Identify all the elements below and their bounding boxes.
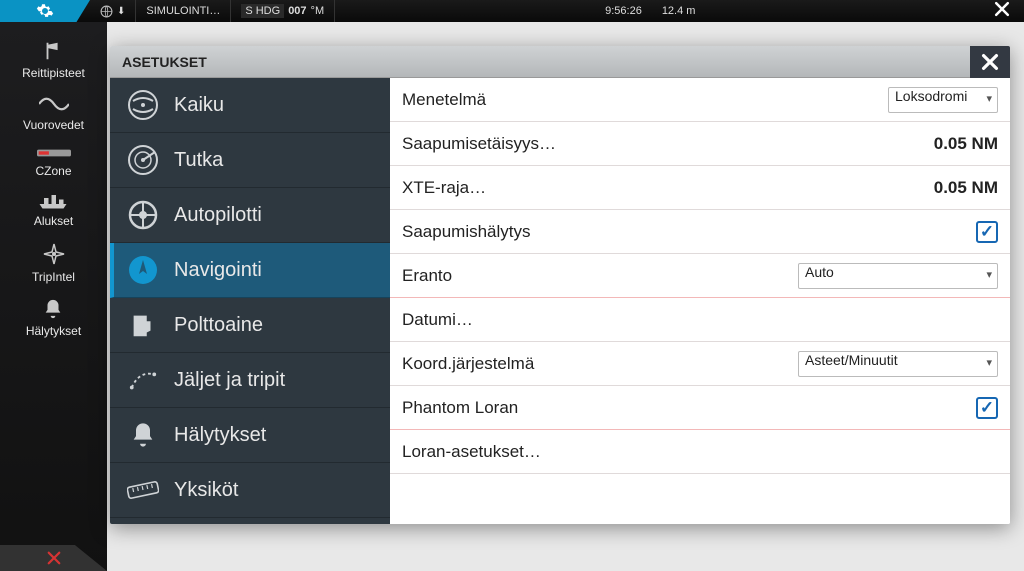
category-navigointi[interactable]: Navigointi — [110, 243, 390, 298]
row-arrival-alarm[interactable]: Saapumishälytys ✓ — [390, 210, 1010, 254]
settings-dialog: ASETUKSET Kaiku Tutka Autopilotti Navigo… — [110, 46, 1010, 524]
sidebar-item-tripintel[interactable]: TripIntel — [32, 242, 75, 284]
category-label: Navigointi — [174, 259, 262, 282]
tracks-icon — [126, 363, 160, 397]
category-label: Jäljet ja tripit — [174, 369, 285, 392]
bell-icon — [42, 298, 64, 320]
sidebar-item-label: CZone — [35, 164, 71, 178]
category-label: Autopilotti — [174, 204, 262, 227]
row-label: Saapumishälytys — [402, 222, 976, 242]
wheel-icon — [126, 198, 160, 232]
flag-icon — [40, 40, 66, 62]
category-autopilotti[interactable]: Autopilotti — [110, 188, 390, 243]
sidebar-item-vuorovedet[interactable]: Vuorovedet — [23, 94, 84, 132]
category-label: Tutka — [174, 149, 223, 172]
row-label: Phantom Loran — [402, 398, 976, 418]
settings-content: Menetelmä Loksodromi Saapumisetäisyys… 0… — [390, 78, 1010, 524]
power-off-icon — [45, 549, 63, 567]
row-xte-limit[interactable]: XTE-raja… 0.05 NM — [390, 166, 1010, 210]
sidebar-item-label: Vuorovedet — [23, 118, 84, 132]
dialog-title: ASETUKSET — [122, 54, 207, 70]
sidebar-item-label: TripIntel — [32, 270, 75, 284]
sidebar-item-label: Alukset — [34, 214, 73, 228]
category-tutka[interactable]: Tutka — [110, 133, 390, 188]
row-label: Saapumisetäisyys… — [402, 134, 934, 154]
eranto-dropdown[interactable]: Auto — [798, 263, 998, 289]
close-icon — [992, 0, 1012, 19]
ship-icon — [38, 192, 68, 210]
row-value: 0.05 NM — [934, 134, 998, 154]
row-label: Eranto — [402, 266, 798, 286]
settings-tab[interactable] — [0, 0, 90, 22]
row-eranto[interactable]: Eranto Auto — [390, 254, 1010, 298]
category-label: Polttoaine — [174, 314, 263, 337]
globe-icon: ⬇ — [90, 0, 136, 22]
category-jaljet[interactable]: Jäljet ja tripit — [110, 353, 390, 408]
czone-icon — [37, 146, 71, 160]
row-label: Koord.järjestelmä — [402, 354, 798, 374]
arrival-alarm-checkbox[interactable]: ✓ — [976, 221, 998, 243]
category-kaiku[interactable]: Kaiku — [110, 78, 390, 133]
row-label: XTE-raja… — [402, 178, 934, 198]
depth-display: 12.4 m — [652, 0, 706, 22]
row-method[interactable]: Menetelmä Loksodromi — [390, 78, 1010, 122]
row-arrival-distance[interactable]: Saapumisetäisyys… 0.05 NM — [390, 122, 1010, 166]
category-label: Yksiköt — [174, 479, 238, 502]
settings-categories: Kaiku Tutka Autopilotti Navigointi Poltt… — [110, 78, 390, 524]
left-menu: Reittipisteet Vuorovedet CZone Alukset T… — [0, 22, 107, 571]
category-label: Hälytykset — [174, 424, 266, 447]
sidebar-item-alukset[interactable]: Alukset — [34, 192, 73, 228]
phantom-loran-checkbox[interactable]: ✓ — [976, 397, 998, 419]
compass-icon — [42, 242, 66, 266]
category-yksikot[interactable]: Yksiköt — [110, 463, 390, 518]
row-label: Datumi… — [402, 310, 998, 330]
dialog-header: ASETUKSET — [110, 46, 1010, 78]
row-loran-settings[interactable]: Loran-asetukset… — [390, 430, 1010, 474]
time-display: 9:56:26 — [595, 0, 652, 22]
row-label: Menetelmä — [402, 90, 888, 110]
sidebar-item-czone[interactable]: CZone — [35, 146, 71, 178]
heading-indicator: S HDG 007 °M — [231, 0, 335, 22]
sonar-icon — [126, 88, 160, 122]
sidebar-item-reittipisteet[interactable]: Reittipisteet — [22, 40, 85, 80]
left-footer-button[interactable] — [0, 545, 107, 571]
coord-dropdown[interactable]: Asteet/Minuutit — [798, 351, 998, 377]
gear-icon — [36, 2, 54, 20]
sidebar-item-halytykset[interactable]: Hälytykset — [26, 298, 81, 338]
row-phantom-loran[interactable]: Phantom Loran ✓ — [390, 386, 1010, 430]
ruler-icon — [126, 473, 160, 507]
row-coord-system[interactable]: Koord.järjestelmä Asteet/Minuutit — [390, 342, 1010, 386]
sidebar-item-label: Hälytykset — [26, 324, 81, 338]
sim-label: SIMULOINTI… — [136, 0, 231, 22]
radar-icon — [126, 143, 160, 177]
category-polttoaine[interactable]: Polttoaine — [110, 298, 390, 353]
method-dropdown[interactable]: Loksodromi — [888, 87, 998, 113]
row-label: Loran-asetukset… — [402, 442, 998, 462]
status-bar: ⬇ SIMULOINTI… S HDG 007 °M 9:56:26 12.4 … — [0, 0, 1024, 22]
row-datum[interactable]: Datumi… — [390, 298, 1010, 342]
bell-icon — [126, 418, 160, 452]
category-label: Kaiku — [174, 94, 224, 117]
fuel-icon — [126, 308, 160, 342]
row-value: 0.05 NM — [934, 178, 998, 198]
close-icon — [979, 51, 1001, 73]
dialog-close-button[interactable] — [970, 46, 1010, 78]
wave-icon — [39, 94, 69, 114]
topbar-close-button[interactable] — [992, 0, 1012, 24]
category-halytykset[interactable]: Hälytykset — [110, 408, 390, 463]
nav-icon — [126, 253, 160, 287]
sidebar-item-label: Reittipisteet — [22, 66, 85, 80]
